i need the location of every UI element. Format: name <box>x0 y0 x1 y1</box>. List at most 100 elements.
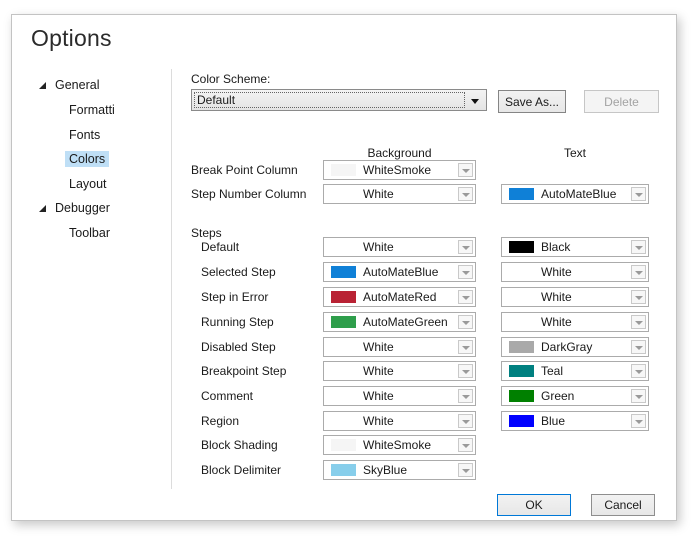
chevron-down-icon[interactable] <box>631 240 646 254</box>
chevron-down-icon[interactable] <box>631 265 646 279</box>
chevron-down-icon[interactable] <box>631 290 646 304</box>
chevron-down-icon[interactable] <box>631 414 646 428</box>
save-as-button[interactable]: Save As... <box>498 90 566 113</box>
region-background-color-combo[interactable]: White <box>323 411 476 431</box>
row-label-disabled-step: Disabled Step <box>201 340 276 354</box>
color-name: AutoMateBlue <box>541 187 616 201</box>
chevron-down-icon[interactable] <box>458 290 473 304</box>
tree-item-label: Colors <box>65 151 109 167</box>
chevron-down-icon[interactable] <box>458 187 473 201</box>
color-swatch <box>509 266 534 278</box>
color-scheme-label: Color Scheme: <box>191 72 270 86</box>
color-swatch <box>331 164 356 176</box>
chevron-down-icon[interactable] <box>458 414 473 428</box>
color-swatch <box>509 241 534 253</box>
chevron-down-icon[interactable] <box>458 315 473 329</box>
color-name: White <box>541 290 572 304</box>
tree-item-general[interactable]: General <box>12 77 170 96</box>
color-swatch <box>331 415 356 427</box>
step-number-column-background-color-combo[interactable]: White <box>323 184 476 204</box>
chevron-down-icon[interactable] <box>458 438 473 452</box>
tree-item-label: Fonts <box>65 127 104 143</box>
row-label-region: Region <box>201 414 239 428</box>
row-label-selected-step: Selected Step <box>201 265 276 279</box>
color-name: White <box>363 364 394 378</box>
color-name: Blue <box>541 414 565 428</box>
color-swatch <box>509 341 534 353</box>
cancel-button[interactable]: Cancel <box>591 494 655 516</box>
chevron-down-icon[interactable] <box>458 240 473 254</box>
chevron-down-icon[interactable] <box>631 315 646 329</box>
default-text-color-combo[interactable]: Black <box>501 237 649 257</box>
comment-text-color-combo[interactable]: Green <box>501 386 649 406</box>
step-in-error-background-color-combo[interactable]: AutoMateRed <box>323 287 476 307</box>
color-swatch <box>331 439 356 451</box>
color-swatch <box>331 241 356 253</box>
color-swatch <box>331 291 356 303</box>
block-shading-background-color-combo[interactable]: WhiteSmoke <box>323 435 476 455</box>
color-name: Green <box>541 389 574 403</box>
text-column-header: Text <box>501 146 649 160</box>
breakpoint-step-background-color-combo[interactable]: White <box>323 361 476 381</box>
row-label-break-point-column: Break Point Column <box>191 163 298 177</box>
color-swatch <box>331 316 356 328</box>
step-in-error-text-color-combo[interactable]: White <box>501 287 649 307</box>
default-background-color-combo[interactable]: White <box>323 237 476 257</box>
color-scheme-combo[interactable]: Default <box>191 89 487 111</box>
break-point-column-background-color-combo[interactable]: WhiteSmoke <box>323 160 476 180</box>
color-name: AutoMateBlue <box>363 265 438 279</box>
color-swatch <box>509 188 534 200</box>
panel-divider <box>171 69 172 489</box>
chevron-down-icon[interactable] <box>458 463 473 477</box>
region-text-color-combo[interactable]: Blue <box>501 411 649 431</box>
tree-expander-icon[interactable] <box>39 82 46 89</box>
running-step-text-color-combo[interactable]: White <box>501 312 649 332</box>
chevron-down-icon[interactable] <box>458 163 473 177</box>
tree-item-colors[interactable]: Colors <box>12 151 170 170</box>
selected-step-background-color-combo[interactable]: AutoMateBlue <box>323 262 476 282</box>
chevron-down-icon[interactable] <box>458 364 473 378</box>
chevron-down-icon[interactable] <box>631 364 646 378</box>
tree-item-layout[interactable]: Layout <box>12 176 170 195</box>
chevron-down-icon[interactable] <box>458 389 473 403</box>
background-column-header: Background <box>323 146 476 160</box>
row-label-breakpoint-step: Breakpoint Step <box>201 364 286 378</box>
selected-step-text-color-combo[interactable]: White <box>501 262 649 282</box>
color-name: WhiteSmoke <box>363 438 431 452</box>
color-name: WhiteSmoke <box>363 163 431 177</box>
chevron-down-icon[interactable] <box>631 389 646 403</box>
block-delimiter-background-color-combo[interactable]: SkyBlue <box>323 460 476 480</box>
chevron-down-icon[interactable] <box>631 187 646 201</box>
chevron-down-icon[interactable] <box>458 340 473 354</box>
chevron-down-icon[interactable] <box>458 265 473 279</box>
tree-item-toolbar[interactable]: Toolbar <box>12 225 170 244</box>
color-name: AutoMateGreen <box>363 315 448 329</box>
color-name: White <box>363 414 394 428</box>
nav-tree: General Formatti Fonts Colors Layout Debugger… <box>12 15 170 520</box>
color-swatch <box>331 188 356 200</box>
color-swatch <box>509 365 534 377</box>
tree-item-label: General <box>51 77 103 93</box>
disabled-step-background-color-combo[interactable]: White <box>323 337 476 357</box>
row-label-comment: Comment <box>201 389 253 403</box>
tree-item-fonts[interactable]: Fonts <box>12 127 170 146</box>
color-swatch <box>509 390 534 402</box>
color-name: AutoMateRed <box>363 290 436 304</box>
color-name: DarkGray <box>541 340 592 354</box>
chevron-down-icon[interactable] <box>631 340 646 354</box>
color-swatch <box>331 341 356 353</box>
step-number-column-text-color-combo[interactable]: AutoMateBlue <box>501 184 649 204</box>
tree-item-debugger[interactable]: Debugger <box>12 200 170 219</box>
options-dialog: Options GeneralFormattiFontsColorsLayout… <box>11 14 677 521</box>
tree-item-label: Formatti <box>65 102 119 118</box>
color-name: White <box>363 389 394 403</box>
color-name: White <box>541 315 572 329</box>
tree-expander-icon[interactable] <box>39 205 46 212</box>
comment-background-color-combo[interactable]: White <box>323 386 476 406</box>
breakpoint-step-text-color-combo[interactable]: Teal <box>501 361 649 381</box>
disabled-step-text-color-combo[interactable]: DarkGray <box>501 337 649 357</box>
delete-button[interactable]: Delete <box>584 90 659 113</box>
running-step-background-color-combo[interactable]: AutoMateGreen <box>323 312 476 332</box>
ok-button[interactable]: OK <box>497 494 571 516</box>
tree-item-formatti[interactable]: Formatti <box>12 102 170 121</box>
